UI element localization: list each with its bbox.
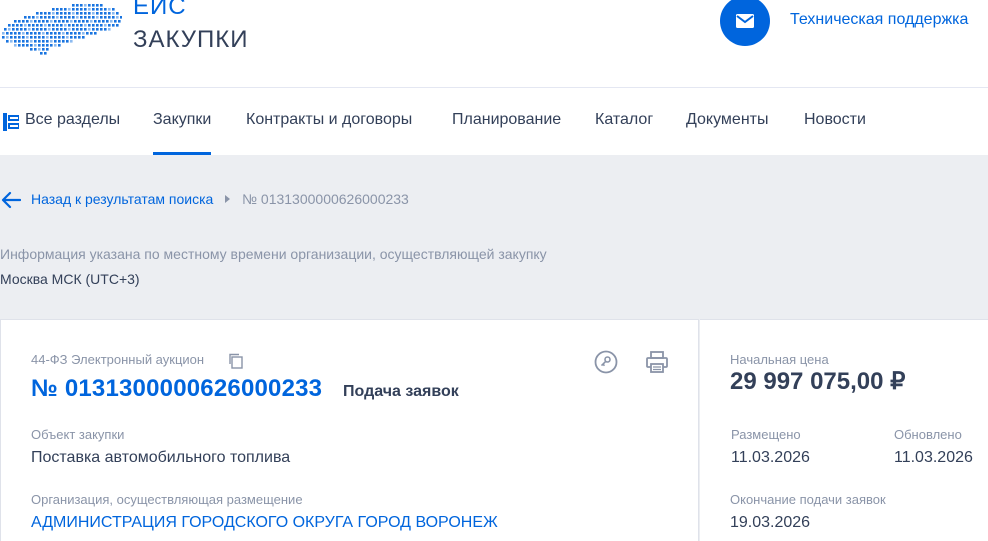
russia-map-logo-icon[interactable] [0, 0, 122, 58]
key-icon[interactable] [594, 350, 618, 374]
support-link[interactable]: Техническая поддержка [790, 11, 968, 29]
nav-news[interactable]: Новости [804, 88, 866, 155]
price-label: Начальная цена [730, 352, 829, 367]
support-button[interactable] [720, 0, 770, 46]
nav-catalog[interactable]: Каталог [595, 88, 653, 155]
arrow-left-icon[interactable] [1, 191, 21, 209]
site-header: ЕИС ЗАКУПКИ Техническая поддержка [0, 0, 988, 88]
copy-icon[interactable] [228, 353, 244, 369]
nav-documents[interactable]: Документы [686, 88, 768, 155]
breadcrumb-current: № 0131300000626000233 [242, 191, 409, 207]
organization-label: Организация, осуществляющая размещение [31, 492, 303, 507]
purchase-status: Подача заявок [343, 383, 459, 400]
nav-all-sections[interactable]: Все разделы [25, 88, 120, 155]
deadline-value: 19.03.2026 [730, 514, 811, 531]
object-label: Объект закупки [31, 427, 125, 442]
breadcrumb-separator-icon [225, 195, 230, 203]
registry-number-link[interactable]: № 0131300000626000233 [31, 375, 322, 403]
printer-icon[interactable] [645, 350, 669, 374]
timezone-info: Информация указана по местному времени о… [0, 246, 547, 262]
placed-value: 11.03.2026 [731, 449, 810, 466]
sections-icon[interactable] [3, 113, 19, 131]
envelope-icon [736, 14, 754, 28]
placed-label: Размещено [731, 427, 801, 442]
nav-planning[interactable]: Планирование [452, 88, 561, 155]
updated-label: Обновлено [894, 427, 962, 442]
logo-line-2: ЗАКУПКИ [133, 26, 249, 53]
timezone-value: Москва МСК (UTC+3) [0, 271, 140, 287]
main-nav: Все разделы Закупки Контракты и договоры… [0, 88, 988, 155]
logo-line-1: ЕИС [133, 0, 187, 20]
organization-link[interactable]: АДМИНИСТРАЦИЯ ГОРОДСКОГО ОКРУГА ГОРОД ВО… [31, 514, 498, 532]
updated-value: 11.03.2026 [894, 449, 973, 466]
nav-purchases[interactable]: Закупки [153, 88, 212, 155]
nav-contracts[interactable]: Контракты и договоры [246, 88, 412, 155]
object-value: Поставка автомобильного топлива [31, 449, 291, 466]
deadline-label: Окончание подачи заявок [730, 492, 886, 507]
back-to-results-link[interactable]: Назад к результатам поиска [31, 191, 213, 207]
price-value: 29 997 075,00 ₽ [730, 368, 906, 395]
purchase-type: 44-ФЗ Электронный аукцион [31, 352, 205, 367]
